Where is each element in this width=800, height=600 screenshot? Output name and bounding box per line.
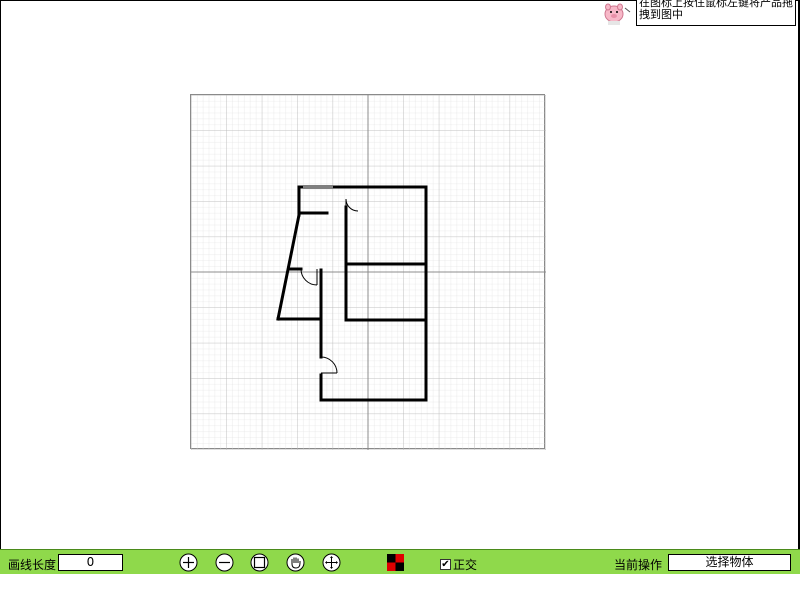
fit-to-screen-icon — [250, 553, 269, 572]
color-picker-icon — [387, 554, 404, 571]
zoom-in-icon — [179, 553, 198, 572]
drag-hint-tooltip: 在图标上按住鼠标左键将产品拖拽到图中 — [636, 0, 796, 26]
current-op-label: 当前操作 — [614, 558, 663, 572]
zoom-out-button[interactable] — [215, 553, 234, 572]
ortho-checkbox[interactable]: ✔ — [440, 559, 451, 570]
floor-plan-svg[interactable] — [191, 95, 546, 450]
fit-screen-button[interactable] — [250, 553, 269, 572]
pig-mascot-icon — [602, 2, 632, 26]
color-picker-button[interactable] — [387, 554, 404, 571]
zoom-in-button[interactable] — [179, 553, 198, 572]
ortho-toggle[interactable]: ✔ 正交 — [440, 556, 477, 573]
line-length-input[interactable]: 0 — [58, 554, 123, 571]
pan-button[interactable] — [286, 553, 305, 572]
status-area — [0, 574, 800, 600]
ortho-label: 正交 — [453, 558, 478, 572]
zoom-out-icon — [215, 553, 234, 572]
hand-pan-icon — [286, 553, 305, 572]
window-left-border — [0, 0, 1, 574]
drawing-canvas[interactable] — [190, 94, 546, 450]
line-length-label: 画线长度 — [8, 558, 57, 572]
bottom-toolbar: 画线长度 0 ✔ 正交 当前操作 选择物体 — [0, 549, 800, 574]
move-button[interactable] — [322, 553, 341, 572]
current-op-field: 选择物体 — [668, 554, 791, 571]
move-arrows-icon — [322, 553, 341, 572]
